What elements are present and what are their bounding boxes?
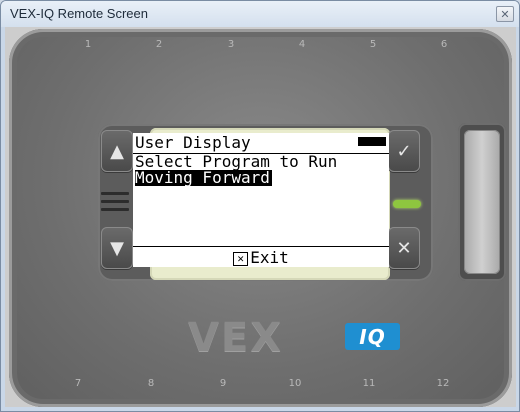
check-button[interactable]: ✓ (388, 130, 420, 172)
grip-line (101, 200, 129, 203)
exit-x-icon: ✕ (233, 252, 249, 266)
battery-latch (464, 130, 500, 274)
port-number-11: 11 (362, 378, 376, 389)
program-list-item-selected[interactable]: Moving Forward (135, 170, 272, 186)
vex-logo-text: VEX (188, 315, 284, 361)
port-number-3: 3 (227, 39, 235, 50)
x-icon: ✕ (396, 237, 412, 259)
check-icon: ✓ (396, 140, 412, 162)
close-button[interactable]: ✕ (496, 6, 514, 22)
port-number-5: 5 (369, 39, 377, 50)
port-number-4: 4 (298, 39, 306, 50)
x-button[interactable]: ✕ (388, 227, 420, 269)
screen-title: User Display (135, 133, 251, 152)
exit-action[interactable]: ✕ Exit (133, 249, 389, 267)
lcd-screen: User Display Select Program to Run Movin… (133, 133, 389, 267)
port-number-10: 10 (288, 378, 302, 389)
battery-indicator (358, 137, 386, 146)
port-number-12: 12 (436, 378, 450, 389)
port-number-2: 2 (155, 39, 163, 50)
port-number-7: 7 (74, 378, 82, 389)
footer-divider (133, 246, 389, 247)
arrow-down-icon: ▼ (110, 237, 124, 259)
down-button[interactable]: ▼ (101, 227, 133, 269)
status-led (393, 200, 421, 208)
port-number-6: 6 (440, 39, 448, 50)
title-bar[interactable]: VEX-IQ Remote Screen ✕ (1, 1, 519, 27)
vex-logo: VEX (188, 315, 283, 361)
port-number-8: 8 (147, 378, 155, 389)
close-icon: ✕ (500, 7, 510, 21)
client-area: 1 2 3 4 5 6 7 8 9 10 11 12 ▲ ▼ ✓ ✕ User … (5, 27, 516, 407)
port-number-9: 9 (219, 378, 227, 389)
port-number-1: 1 (84, 39, 92, 50)
up-button[interactable]: ▲ (101, 130, 133, 172)
iq-logo-badge: IQ (345, 323, 400, 350)
exit-label: Exit (250, 248, 289, 267)
window-title: VEX-IQ Remote Screen (10, 6, 148, 21)
remote-screen-window: VEX-IQ Remote Screen ✕ 1 2 3 4 5 6 7 8 9… (0, 0, 520, 412)
grip-line (101, 192, 129, 195)
arrow-up-icon: ▲ (110, 140, 124, 162)
grip-line (101, 208, 129, 211)
